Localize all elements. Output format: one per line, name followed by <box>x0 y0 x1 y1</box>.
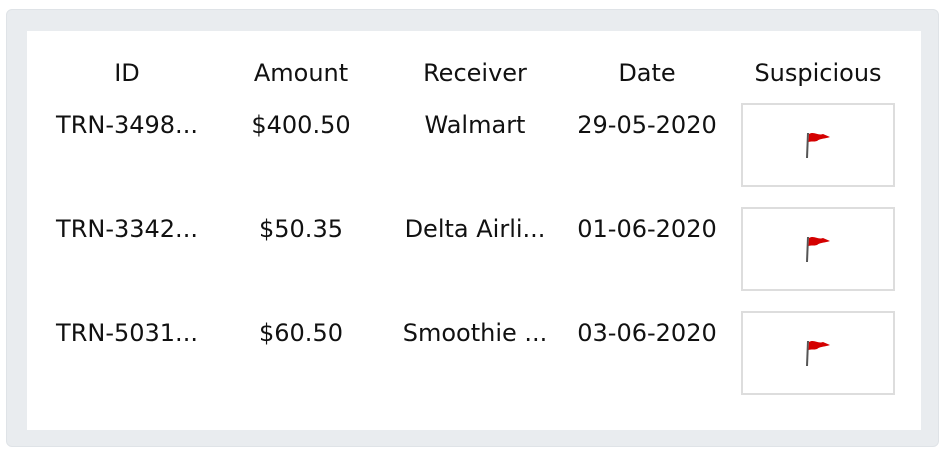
column-header-amount: Amount <box>253 59 349 87</box>
transaction-receiver: Delta Airli... <box>404 215 546 243</box>
column-header-receiver: Receiver <box>423 59 527 87</box>
cell-date: 01-06-2020 <box>561 197 733 301</box>
table-row: TRN-3342... $50.35 Delta Airli... 01-06-… <box>41 197 903 301</box>
transaction-id: TRN-5031... <box>56 319 198 347</box>
transaction-receiver: Walmart <box>424 111 526 139</box>
transaction-amount: $400.50 <box>251 111 351 139</box>
table-row: TRN-5031... $60.50 Smoothie ... 03-06-20… <box>41 301 903 405</box>
table-row: TRN-3498... $400.50 Walmart 29-05-2020 <box>41 93 903 197</box>
red-flag-icon <box>806 236 830 263</box>
transaction-id: TRN-3498... <box>56 111 198 139</box>
suspicious-flag-button[interactable] <box>741 103 895 187</box>
suspicious-flag-button[interactable] <box>741 207 895 291</box>
transaction-receiver: Smoothie ... <box>402 319 548 347</box>
cell-date: 29-05-2020 <box>561 93 733 197</box>
cell-date: 03-06-2020 <box>561 301 733 405</box>
suspicious-flag-button[interactable] <box>741 311 895 395</box>
transactions-table: ID Amount Receiver Date Suspicious TRN-3… <box>41 53 903 405</box>
cell-receiver: Delta Airli... <box>389 197 561 301</box>
cell-suspicious <box>733 301 903 405</box>
transaction-id: TRN-3342... <box>56 215 198 243</box>
transaction-date: 01-06-2020 <box>577 215 717 243</box>
red-flag-icon <box>806 340 830 367</box>
cell-id: TRN-3498... <box>41 93 213 197</box>
cell-suspicious <box>733 93 903 197</box>
column-header-suspicious: Suspicious <box>754 59 882 87</box>
red-flag-icon <box>806 132 830 159</box>
transaction-date: 29-05-2020 <box>577 111 717 139</box>
transactions-card: ID Amount Receiver Date Suspicious TRN-3… <box>27 31 921 430</box>
transaction-amount: $60.50 <box>259 319 343 347</box>
cell-id: TRN-5031... <box>41 301 213 405</box>
column-header-id: ID <box>114 59 140 87</box>
transaction-date: 03-06-2020 <box>577 319 717 347</box>
cell-amount: $60.50 <box>213 301 389 405</box>
cell-suspicious <box>733 197 903 301</box>
cell-id: TRN-3342... <box>41 197 213 301</box>
table-header-row: ID Amount Receiver Date Suspicious <box>41 53 903 93</box>
cell-amount: $50.35 <box>213 197 389 301</box>
cell-amount: $400.50 <box>213 93 389 197</box>
cell-receiver: Walmart <box>389 93 561 197</box>
transaction-amount: $50.35 <box>259 215 343 243</box>
column-header-date: Date <box>618 59 676 87</box>
cell-receiver: Smoothie ... <box>389 301 561 405</box>
